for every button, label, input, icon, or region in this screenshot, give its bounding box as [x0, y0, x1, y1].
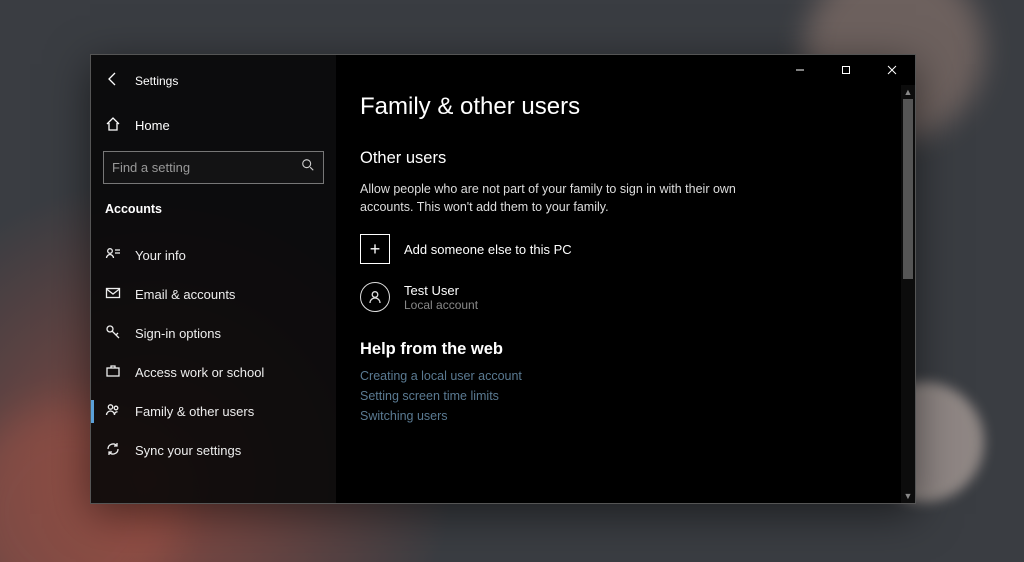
back-icon[interactable]	[105, 71, 121, 90]
help-link-screen-time-limits[interactable]: Setting screen time limits	[360, 389, 891, 403]
avatar-icon	[360, 282, 390, 312]
titlebar-left: Settings	[91, 65, 336, 104]
search-input[interactable]	[112, 160, 301, 175]
sidebar-item-label: Access work or school	[135, 365, 264, 380]
user-entry[interactable]: Test User Local account	[360, 282, 891, 312]
sidebar: Settings Home Accounts Your info	[91, 55, 336, 503]
add-user-label: Add someone else to this PC	[404, 242, 572, 257]
user-text: Test User Local account	[404, 283, 478, 312]
search-box[interactable]	[103, 151, 324, 184]
plus-icon: +	[360, 234, 390, 264]
sync-icon	[105, 441, 121, 460]
sidebar-item-label: Email & accounts	[135, 287, 235, 302]
sidebar-item-label: Sign-in options	[135, 326, 221, 341]
key-icon	[105, 324, 121, 343]
scroll-up-icon[interactable]: ▲	[901, 85, 915, 99]
help-heading: Help from the web	[360, 340, 891, 359]
sidebar-item-sync-settings[interactable]: Sync your settings	[91, 431, 336, 470]
home-icon	[105, 116, 121, 135]
sidebar-home-label: Home	[135, 118, 170, 133]
sidebar-item-email-accounts[interactable]: Email & accounts	[91, 275, 336, 314]
sidebar-home[interactable]: Home	[91, 104, 336, 147]
scroll-thumb[interactable]	[903, 99, 913, 279]
content-pane: Family & other users Other users Allow p…	[336, 55, 915, 503]
sidebar-item-label: Family & other users	[135, 404, 254, 419]
page-title: Family & other users	[360, 93, 891, 121]
help-link-create-local-account[interactable]: Creating a local user account	[360, 369, 891, 383]
people-icon	[105, 402, 121, 421]
minimize-button[interactable]	[777, 55, 823, 85]
user-type: Local account	[404, 298, 478, 312]
sidebar-item-your-info[interactable]: Your info	[91, 236, 336, 275]
person-card-icon	[105, 246, 121, 265]
close-button[interactable]	[869, 55, 915, 85]
other-users-description: Allow people who are not part of your fa…	[360, 180, 740, 216]
window-title: Settings	[135, 74, 178, 88]
content-inner: Family & other users Other users Allow p…	[336, 55, 915, 503]
vertical-scrollbar[interactable]: ▲ ▼	[901, 85, 915, 503]
search-icon	[301, 158, 315, 177]
sidebar-item-access-work-school[interactable]: Access work or school	[91, 353, 336, 392]
sidebar-item-label: Your info	[135, 248, 186, 263]
sidebar-item-family-other-users[interactable]: Family & other users	[91, 392, 336, 431]
sidebar-group-label: Accounts	[91, 196, 336, 228]
settings-window: Settings Home Accounts Your info	[90, 54, 916, 504]
other-users-heading: Other users	[360, 149, 891, 168]
maximize-button[interactable]	[823, 55, 869, 85]
add-user-button[interactable]: + Add someone else to this PC	[360, 234, 891, 264]
mail-icon	[105, 285, 121, 304]
window-controls	[777, 55, 915, 85]
help-link-switching-users[interactable]: Switching users	[360, 409, 891, 423]
briefcase-icon	[105, 363, 121, 382]
user-name: Test User	[404, 283, 478, 298]
scroll-down-icon[interactable]: ▼	[901, 489, 915, 503]
sidebar-item-signin-options[interactable]: Sign-in options	[91, 314, 336, 353]
sidebar-item-label: Sync your settings	[135, 443, 241, 458]
